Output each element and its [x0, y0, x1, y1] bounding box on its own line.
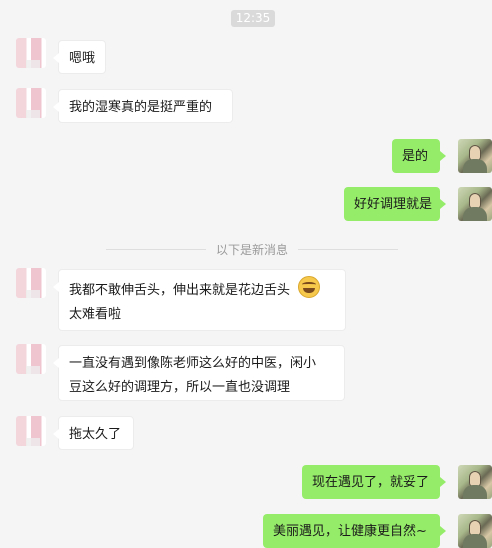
incoming-message[interactable]: 我的湿寒真的是挺严重的: [53, 89, 233, 123]
laughing-tears-emoji-icon: [298, 276, 321, 298]
sender-avatar[interactable]: [16, 416, 46, 446]
message-line: 太难看啦: [69, 307, 122, 322]
message-text: 拖太久了: [69, 427, 122, 442]
incoming-message[interactable]: 一直没有遇到像陈老师这么好的中医，闲小 豆这么好的调理方，所以一直也没调理: [53, 345, 345, 401]
divider-line: [106, 248, 206, 250]
sender-avatar[interactable]: [16, 38, 46, 68]
sender-avatar[interactable]: [16, 88, 46, 118]
message-text: 嗯哦: [69, 51, 96, 66]
sender-avatar[interactable]: [16, 344, 46, 374]
divider-line: [298, 248, 399, 250]
my-avatar[interactable]: [458, 514, 492, 548]
outgoing-message[interactable]: 好好调理就是: [344, 187, 446, 221]
my-avatar[interactable]: [458, 187, 492, 221]
message-text: 美丽遇见，让健康更自然~: [273, 524, 427, 539]
timestamp: 12:35: [231, 10, 275, 27]
incoming-message[interactable]: 我都不敢伸舌头，伸出来就是花边舌头 太难看啦: [53, 269, 346, 331]
message-text: 现在遇见了，就妥了: [312, 475, 430, 490]
message-line: 我都不敢伸舌头，伸出来就是花边舌头: [69, 283, 291, 298]
outgoing-message[interactable]: 美丽遇见，让健康更自然~: [263, 514, 446, 548]
incoming-message[interactable]: 拖太久了: [53, 416, 134, 450]
incoming-message[interactable]: 嗯哦: [53, 40, 106, 74]
sender-avatar[interactable]: [16, 268, 46, 298]
outgoing-message[interactable]: 现在遇见了，就妥了: [302, 465, 446, 499]
new-messages-divider: 以下是新消息: [106, 240, 399, 258]
message-text: 好好调理就是: [354, 197, 433, 212]
outgoing-message[interactable]: 是的: [392, 139, 446, 173]
message-line: 豆这么好的调理方，所以一直也没调理: [69, 380, 291, 395]
message-line: 一直没有遇到像陈老师这么好的中医，闲小: [69, 356, 317, 371]
message-text: 是的: [402, 149, 429, 164]
my-avatar[interactable]: [458, 465, 492, 499]
divider-label: 以下是新消息: [216, 242, 289, 257]
my-avatar[interactable]: [458, 139, 492, 173]
message-text: 我的湿寒真的是挺严重的: [69, 100, 213, 115]
